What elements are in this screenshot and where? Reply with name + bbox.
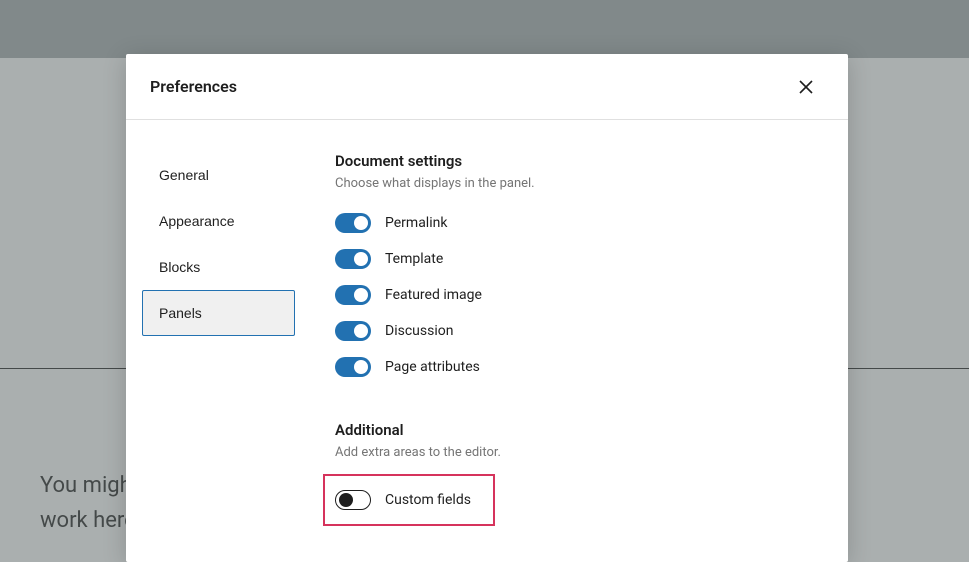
modal-body: General Appearance Blocks Panels Documen…	[126, 120, 848, 562]
toggle-row-permalink: Permalink	[335, 205, 824, 241]
toggle-label: Custom fields	[385, 492, 471, 508]
toggle-label: Featured image	[385, 287, 482, 303]
close-button[interactable]	[788, 69, 824, 105]
toggle-custom-fields[interactable]	[335, 490, 371, 510]
section-title: Document settings	[335, 152, 824, 170]
nav-item-general[interactable]: General	[142, 152, 295, 198]
nav-item-appearance[interactable]: Appearance	[142, 198, 295, 244]
section-subtitle: Add extra areas to the editor.	[335, 445, 824, 460]
close-icon	[799, 80, 813, 94]
nav-panel: General Appearance Blocks Panels	[126, 120, 311, 562]
toggle-knob	[354, 288, 368, 302]
section-document-settings: Document settings Choose what displays i…	[335, 152, 824, 385]
toggle-label: Page attributes	[385, 359, 480, 375]
toggle-knob	[354, 324, 368, 338]
toggle-knob	[354, 360, 368, 374]
nav-item-blocks[interactable]: Blocks	[142, 244, 295, 290]
toggle-row-page-attributes: Page attributes	[335, 349, 824, 385]
preferences-modal: Preferences General Appearance Blocks Pa…	[126, 54, 848, 562]
toggle-label: Permalink	[385, 215, 447, 231]
toggle-label: Template	[385, 251, 443, 267]
toggle-featured-image[interactable]	[335, 285, 371, 305]
toggle-knob	[354, 252, 368, 266]
toggle-knob	[354, 216, 368, 230]
content-panel: Document settings Choose what displays i…	[311, 120, 848, 562]
toggle-row-custom-fields: Custom fields	[335, 484, 483, 516]
toggle-row-discussion: Discussion	[335, 313, 824, 349]
toggle-template[interactable]	[335, 249, 371, 269]
modal-title: Preferences	[150, 77, 237, 96]
toggle-knob	[339, 493, 353, 507]
section-additional: Additional Add extra areas to the editor…	[335, 421, 824, 526]
nav-item-panels[interactable]: Panels	[142, 290, 295, 336]
toggle-row-featured-image: Featured image	[335, 277, 824, 313]
highlight-annotation: Custom fields	[323, 474, 495, 526]
section-subtitle: Choose what displays in the panel.	[335, 176, 824, 191]
section-title: Additional	[335, 421, 824, 439]
toggle-label: Discussion	[385, 323, 453, 339]
toggle-row-template: Template	[335, 241, 824, 277]
toggle-discussion[interactable]	[335, 321, 371, 341]
modal-header: Preferences	[126, 54, 848, 120]
toggle-permalink[interactable]	[335, 213, 371, 233]
toggle-page-attributes[interactable]	[335, 357, 371, 377]
